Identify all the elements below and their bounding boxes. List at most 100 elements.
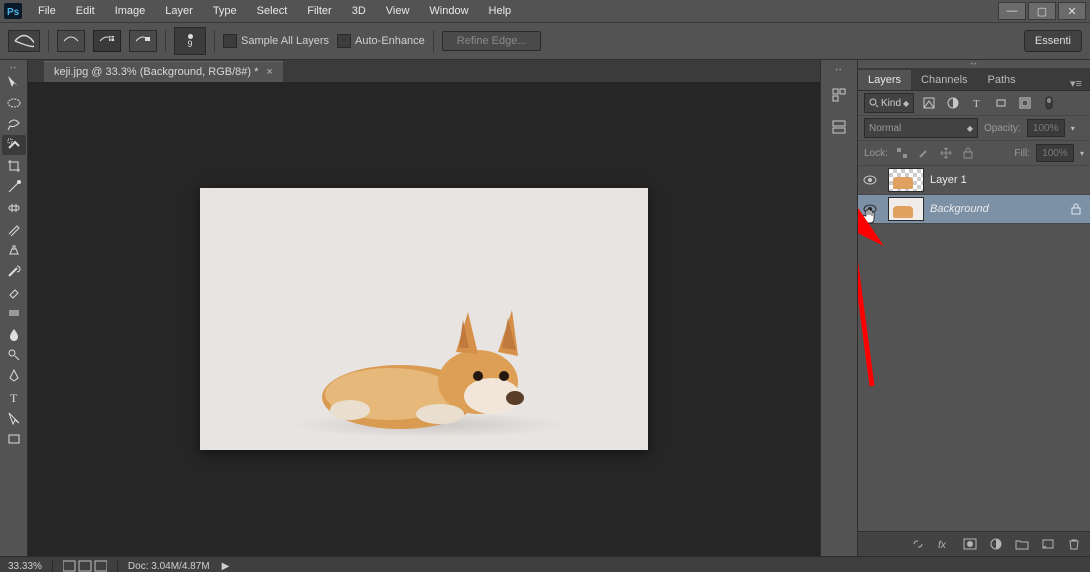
history-brush-tool[interactable] — [2, 261, 26, 281]
doc-size-label[interactable]: Doc: 3.04M/4.87M — [128, 561, 210, 572]
filter-type-icon[interactable]: T — [968, 95, 986, 111]
layer-list: Layer 1 Background — [858, 166, 1090, 531]
lock-transparency-icon[interactable] — [894, 146, 910, 160]
lock-label: Lock: — [864, 148, 888, 159]
filter-adjustment-icon[interactable] — [944, 95, 962, 111]
panel-menu-icon[interactable]: ▾≡ — [1062, 77, 1090, 90]
panel-grip[interactable]: •• — [858, 60, 1090, 68]
layer-name[interactable]: Background — [930, 203, 989, 215]
lock-pixels-icon[interactable] — [916, 146, 932, 160]
properties-panel-icon[interactable] — [828, 116, 850, 138]
filter-toggle[interactable] — [1040, 95, 1058, 111]
menu-item-filter[interactable]: Filter — [299, 3, 339, 19]
filter-kind-select[interactable]: Kind ◆ — [864, 93, 914, 113]
menu-item-window[interactable]: Window — [421, 3, 476, 19]
current-tool-icon[interactable] — [8, 30, 40, 52]
rectangle-tool[interactable] — [2, 429, 26, 449]
checkbox-icon — [223, 34, 237, 48]
layer-mask-icon[interactable] — [962, 537, 978, 551]
type-tool[interactable]: T — [2, 387, 26, 407]
blend-mode-select[interactable]: Normal ◆ — [864, 118, 978, 138]
tab-channels[interactable]: Channels — [911, 70, 977, 90]
layer-thumbnail[interactable] — [888, 197, 924, 221]
quick-selection-tool[interactable] — [2, 135, 26, 155]
document-canvas-area[interactable] — [28, 82, 820, 556]
document-canvas[interactable] — [200, 188, 648, 450]
dodge-tool[interactable] — [2, 345, 26, 365]
document-tab[interactable]: keji.jpg @ 33.3% (Background, RGB/8#) * … — [44, 61, 283, 82]
zoom-level[interactable]: 33.33% — [8, 561, 42, 572]
layer-thumbnail[interactable] — [888, 168, 924, 192]
menu-item-3d[interactable]: 3D — [344, 3, 374, 19]
lasso-tool[interactable] — [2, 114, 26, 134]
workspace-switcher[interactable]: Essenti — [1024, 30, 1082, 52]
move-tool[interactable] — [2, 72, 26, 92]
add-selection-button[interactable] — [93, 30, 121, 52]
pen-tool[interactable] — [2, 366, 26, 386]
layer-name[interactable]: Layer 1 — [930, 174, 967, 186]
gradient-tool[interactable] — [2, 303, 26, 323]
window-close-button[interactable]: ✕ — [1058, 2, 1086, 20]
tab-paths[interactable]: Paths — [978, 70, 1026, 90]
panel-grip[interactable]: •• — [821, 66, 857, 74]
menu-item-type[interactable]: Type — [205, 3, 245, 19]
window-maximize-button[interactable]: ▢ — [1028, 2, 1056, 20]
subtract-selection-button[interactable] — [129, 30, 157, 52]
tab-layers[interactable]: Layers — [858, 70, 911, 90]
close-icon[interactable]: × — [266, 66, 272, 78]
brush-preset-picker[interactable]: 9 — [174, 27, 206, 55]
brush-tool[interactable] — [2, 219, 26, 239]
filter-pixel-icon[interactable] — [920, 95, 938, 111]
eraser-tool[interactable] — [2, 282, 26, 302]
eyedropper-tool[interactable] — [2, 177, 26, 197]
menu-item-edit[interactable]: Edit — [68, 3, 103, 19]
layers-panel-footer: fx — [858, 531, 1090, 556]
layers-panel: •• Layers Channels Paths ▾≡ Kind ◆ T Nor… — [858, 60, 1090, 556]
link-layers-icon[interactable] — [910, 537, 926, 551]
new-selection-button[interactable] — [57, 30, 85, 52]
path-selection-tool[interactable] — [2, 408, 26, 428]
fill-input[interactable]: 100% — [1036, 144, 1074, 162]
menu-item-file[interactable]: File — [30, 3, 64, 19]
adjustment-layer-icon[interactable] — [988, 537, 1004, 551]
visibility-toggle-icon[interactable] — [863, 204, 877, 214]
layer-row[interactable]: Layer 1 — [858, 166, 1090, 195]
history-panel-icon[interactable] — [828, 84, 850, 106]
filter-smart-icon[interactable] — [1016, 95, 1034, 111]
chevron-down-icon[interactable]: ▾ — [1080, 149, 1084, 158]
opacity-input[interactable]: 100% — [1027, 119, 1065, 137]
lock-position-icon[interactable] — [938, 146, 954, 160]
marquee-tool[interactable] — [2, 93, 26, 113]
chevron-down-icon[interactable]: ▾ — [1071, 124, 1075, 133]
group-icon[interactable] — [1014, 537, 1030, 551]
layer-row[interactable]: Background — [858, 195, 1090, 224]
lock-all-icon[interactable] — [960, 146, 976, 160]
menu-item-view[interactable]: View — [378, 3, 418, 19]
healing-brush-tool[interactable] — [2, 198, 26, 218]
titlebar: Ps File Edit Image Layer Type Select Fil… — [0, 0, 1090, 23]
layer-style-icon[interactable]: fx — [936, 537, 952, 551]
menu-bar: File Edit Image Layer Type Select Filter… — [30, 3, 519, 19]
editor-area: keji.jpg @ 33.3% (Background, RGB/8#) * … — [28, 60, 821, 556]
blend-mode-value: Normal — [869, 123, 901, 134]
delete-layer-icon[interactable] — [1066, 537, 1082, 551]
blur-tool[interactable] — [2, 324, 26, 344]
filter-shape-icon[interactable] — [992, 95, 1010, 111]
window-minimize-button[interactable]: — — [998, 2, 1026, 20]
sample-all-layers-checkbox[interactable]: Sample All Layers — [223, 34, 329, 48]
menu-item-select[interactable]: Select — [249, 3, 296, 19]
clone-stamp-tool[interactable] — [2, 240, 26, 260]
refine-edge-button[interactable]: Refine Edge... — [442, 31, 542, 51]
chevron-right-icon[interactable]: ▶ — [222, 561, 230, 572]
menu-item-help[interactable]: Help — [481, 3, 520, 19]
new-layer-icon[interactable] — [1040, 537, 1056, 551]
crop-tool[interactable] — [2, 156, 26, 176]
panel-grip[interactable]: •• — [0, 64, 27, 72]
menu-item-image[interactable]: Image — [107, 3, 154, 19]
tools-panel: •• T — [0, 60, 28, 556]
fill-label: Fill: — [1014, 148, 1030, 159]
auto-enhance-checkbox[interactable]: Auto-Enhance — [337, 34, 425, 48]
menu-item-layer[interactable]: Layer — [157, 3, 201, 19]
exposure-icons[interactable] — [63, 560, 107, 572]
visibility-toggle-icon[interactable] — [863, 175, 877, 185]
